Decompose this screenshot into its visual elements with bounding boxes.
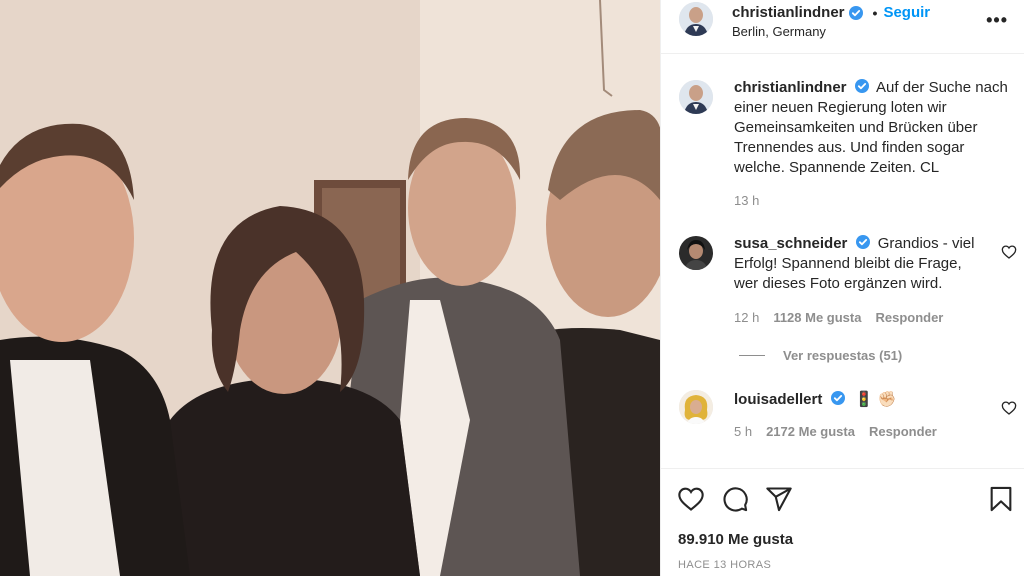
commenter-username[interactable]: louisadellert [734,391,822,408]
view-replies-label: Ver respuestas (51) [783,348,903,363]
comment-meta: 12 h 1128 Me gusta Responder [734,310,957,325]
commenter-avatar[interactable] [679,390,713,424]
caption-username[interactable]: christianlindner [734,79,847,96]
post-location[interactable]: Berlin, Germany [732,24,826,39]
caption-meta: 13 h [734,193,773,208]
caption-time[interactable]: 13 h [734,193,759,208]
follow-button[interactable]: Seguir [883,4,930,21]
commenter-username[interactable]: susa_schneider [734,235,847,252]
reply-button[interactable]: Responder [869,424,937,439]
author-avatar[interactable] [679,2,713,36]
comment-text-block: louisadellert 🚦 ✊🏻 [734,390,989,410]
comment-time[interactable]: 5 h [734,424,752,439]
heart-icon[interactable] [1001,400,1017,416]
commenter-avatar[interactable] [679,236,713,270]
share-icon[interactable] [765,485,793,513]
more-options-icon[interactable]: ••• [986,10,1008,31]
view-replies-button[interactable]: Ver respuestas (51) [739,348,902,363]
comment-icon[interactable] [721,485,749,513]
verified-badge-icon [848,5,863,20]
post-side-panel: christianlindner • Seguir Berlin, German… [660,0,1024,576]
heart-icon[interactable] [1001,244,1017,260]
comment-likes[interactable]: 1128 Me gusta [773,310,861,325]
post-actions: 89.910 Me gusta HACE 13 HORAS [661,468,1024,576]
comments-list[interactable]: christianlindner Auf der Suche nach eine… [661,54,1024,468]
author-row: christianlindner • Seguir [732,4,930,21]
comment-text-block: susa_schneider Grandios - viel Erfolg! S… [734,234,989,294]
post-likes-count[interactable]: 89.910 Me gusta [678,531,793,548]
post-date[interactable]: HACE 13 HORAS [678,559,771,571]
heart-icon[interactable] [677,485,705,513]
group-selfie-image [0,0,660,576]
bookmark-icon[interactable] [987,485,1015,513]
caption-avatar[interactable] [679,80,713,114]
comment-meta: 5 h 2172 Me gusta Responder [734,424,951,439]
separator-dot: • [872,4,878,21]
post-photo[interactable] [0,0,660,576]
verified-badge-icon [854,79,869,93]
verified-badge-icon [855,235,870,249]
comment-likes[interactable]: 2172 Me gusta [766,424,855,439]
divider-line [739,355,765,356]
author-username[interactable]: christianlindner [732,4,845,21]
comment-text: 🚦 ✊🏻 [854,391,897,408]
reply-button[interactable]: Responder [875,310,943,325]
comment-time[interactable]: 12 h [734,310,759,325]
verified-badge-icon [830,391,845,405]
caption-text-block: christianlindner Auf der Suche nach eine… [734,78,1019,178]
post-header: christianlindner • Seguir Berlin, German… [661,0,1024,54]
